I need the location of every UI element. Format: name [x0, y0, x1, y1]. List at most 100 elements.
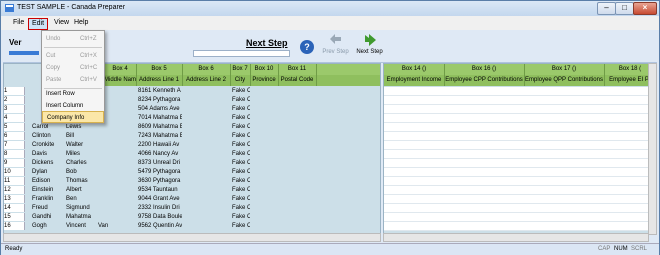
cell-city[interactable]: Fake C — [232, 168, 250, 176]
maximize-button[interactable]: □ — [615, 2, 634, 15]
cell-first-name[interactable]: Walter — [66, 141, 100, 149]
cell-address1[interactable]: 504 Adams Ave — [138, 105, 182, 113]
cell-first-name[interactable]: Albert — [66, 186, 100, 194]
table-row[interactable]: 7 Cronkite Walter 2200 Hawaii Av Fake C — [4, 141, 380, 149]
table-row[interactable]: 9 Dickens Charles 8373 Unreal Dri Fake C — [4, 159, 380, 167]
cell-middle-name[interactable] — [98, 204, 136, 212]
cell-middle-name[interactable] — [98, 150, 136, 158]
cell-first-name[interactable]: Lewis — [66, 123, 100, 131]
cell-last-name[interactable]: Edison — [32, 177, 68, 185]
cell-first-name[interactable]: Mahatma — [66, 213, 100, 221]
amounts-row[interactable] — [384, 87, 656, 96]
cell-city[interactable]: Fake C — [232, 159, 250, 167]
table-row[interactable]: 15 Gandhi Mahatma 9758 Data Boule Fake C — [4, 213, 380, 221]
cell-first-name[interactable]: Vincent — [66, 222, 100, 230]
menu-company-info[interactable]: Company Info — [42, 111, 104, 123]
amounts-grid[interactable]: Box 14 () Box 16 () Box 17 () Box 18 ( E… — [383, 63, 657, 235]
amounts-row[interactable] — [384, 114, 656, 123]
cell-city[interactable]: Fake C — [232, 186, 250, 194]
amounts-row[interactable] — [384, 177, 656, 186]
cell-last-name[interactable]: Franklin — [32, 195, 68, 203]
minimize-button[interactable]: – — [597, 2, 616, 15]
cell-address1[interactable]: 8373 Unreal Dri — [138, 159, 182, 167]
help-button[interactable]: ? — [300, 40, 314, 54]
table-row[interactable]: 13 Franklin Ben 9044 Grant Ave Fake C — [4, 195, 380, 203]
cell-address1[interactable]: 7014 Mahatma E — [138, 114, 182, 122]
amounts-row[interactable] — [384, 204, 656, 213]
cell-last-name[interactable]: Carrol — [32, 123, 68, 131]
col-header-employment-income[interactable]: Employment Income — [384, 75, 445, 86]
left-horizontal-scrollbar[interactable] — [3, 233, 381, 242]
table-row[interactable]: 14 Freud Sigmund 2332 Insulin Dri Fake C — [4, 204, 380, 212]
amounts-row[interactable] — [384, 159, 656, 168]
cell-address1[interactable]: 2332 Insulin Dri — [138, 204, 182, 212]
cell-last-name[interactable]: Clinton — [32, 132, 68, 140]
amounts-row[interactable] — [384, 150, 656, 159]
amounts-row[interactable] — [384, 141, 656, 150]
amounts-row[interactable] — [384, 168, 656, 177]
cell-middle-name[interactable] — [98, 123, 136, 131]
table-row[interactable]: 5 Carrol Lewis 8609 Mahatma E Fake C — [4, 123, 380, 131]
cell-city[interactable]: Fake C — [232, 204, 250, 212]
cell-city[interactable]: Fake C — [232, 123, 250, 131]
prev-step-button[interactable]: Prev Step — [319, 32, 352, 61]
col-header-postal-code[interactable]: Postal Code — [278, 75, 317, 86]
col-header-box4[interactable]: Box 4 — [104, 64, 137, 75]
col-header-address1[interactable]: Address Line 1 — [136, 75, 183, 86]
cell-city[interactable]: Fake C — [232, 96, 250, 104]
cell-last-name[interactable]: Davis — [32, 150, 68, 158]
table-row[interactable]: 10 Dylan Bob 5479 Pythagora Fake C — [4, 168, 380, 176]
cell-middle-name[interactable] — [98, 177, 136, 185]
amounts-row[interactable] — [384, 96, 656, 105]
cell-city[interactable]: Fake C — [232, 213, 250, 221]
cell-city[interactable]: Fake C — [232, 222, 250, 230]
menu-file[interactable]: File — [10, 18, 27, 28]
amounts-row[interactable] — [384, 132, 656, 141]
cell-address1[interactable]: 9562 Quentin Av — [138, 222, 182, 230]
amounts-row[interactable] — [384, 186, 656, 195]
menu-copy[interactable]: Copy Ctrl+C — [42, 62, 104, 74]
cell-first-name[interactable]: Bob — [66, 168, 100, 176]
cell-address1[interactable]: 3630 Pythagora — [138, 177, 182, 185]
cell-address1[interactable]: 8609 Mahatma E — [138, 123, 182, 131]
col-header-box14[interactable]: Box 14 () — [384, 64, 445, 75]
right-horizontal-scrollbar[interactable] — [383, 233, 649, 242]
cell-address1[interactable]: 2200 Hawaii Av — [138, 141, 182, 149]
col-header-box10[interactable]: Box 10 — [250, 64, 279, 75]
vertical-scrollbar[interactable] — [648, 63, 657, 235]
cell-last-name[interactable]: Dylan — [32, 168, 68, 176]
cell-middle-name[interactable] — [98, 195, 136, 203]
menu-undo[interactable]: Undo Ctrl+Z — [42, 33, 104, 45]
cell-last-name[interactable]: Cronkite — [32, 141, 68, 149]
cell-address1[interactable]: 4066 Nancy Av — [138, 150, 182, 158]
amounts-row[interactable] — [384, 213, 656, 222]
cell-city[interactable]: Fake C — [232, 105, 250, 113]
col-header-province[interactable]: Province — [250, 75, 279, 86]
amounts-row[interactable] — [384, 105, 656, 114]
cell-address1[interactable]: 7243 Mahatma E — [138, 132, 182, 140]
col-header-cpp[interactable]: Employee CPP Contributions — [444, 75, 525, 86]
amounts-row[interactable] — [384, 123, 656, 132]
cell-last-name[interactable]: Gandhi — [32, 213, 68, 221]
menu-cut[interactable]: Cut Ctrl+X — [42, 50, 104, 62]
cell-first-name[interactable]: Ben — [66, 195, 100, 203]
cell-address1[interactable]: 9534 Tauntaun — [138, 186, 182, 194]
cell-first-name[interactable]: Sigmund — [66, 204, 100, 212]
cell-address1[interactable]: 5479 Pythagora — [138, 168, 182, 176]
cell-address1[interactable]: 8234 Pythagora — [138, 96, 182, 104]
cell-first-name[interactable]: Miles — [66, 150, 100, 158]
cell-first-name[interactable]: Charles — [66, 159, 100, 167]
col-header-address2[interactable]: Address Line 2 — [182, 75, 231, 86]
menu-edit[interactable]: Edit — [28, 18, 49, 30]
amounts-row[interactable] — [384, 222, 656, 231]
cell-middle-name[interactable] — [98, 168, 136, 176]
col-header-box7[interactable]: Box 7 — [230, 64, 251, 75]
col-header-box11[interactable]: Box 11 — [278, 64, 317, 75]
cell-city[interactable]: Fake C — [232, 114, 250, 122]
cell-middle-name[interactable] — [98, 141, 136, 149]
cell-address1[interactable]: 9758 Data Boule — [138, 213, 182, 221]
col-header-box6[interactable]: Box 6 — [182, 64, 231, 75]
amounts-row[interactable] — [384, 195, 656, 204]
cell-city[interactable]: Fake C — [232, 141, 250, 149]
cell-last-name[interactable]: Dickens — [32, 159, 68, 167]
